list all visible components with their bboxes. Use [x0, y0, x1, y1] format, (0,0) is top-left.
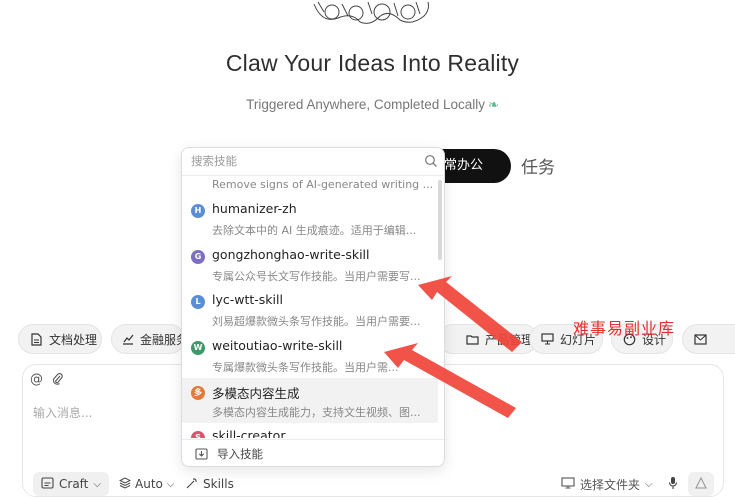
skill-avatar: G — [191, 250, 205, 264]
microphone-button[interactable] — [666, 472, 680, 496]
skill-desc-truncated: Remove signs of AI-generated writing ... — [212, 178, 434, 191]
skill-list-scrollbar[interactable] — [438, 180, 442, 260]
skill-item-lyc-wtt[interactable]: L lyc-wtt-skill 刘易超爆款微头条写作技能。当用户需要... — [182, 287, 438, 332]
chevron-down-icon: ⌵ — [645, 478, 653, 490]
skills-label: Skills — [203, 477, 234, 491]
skill-item-weitoutiao[interactable]: W weitoutiao-write-skill 专属爆款微头条写作技能。当用户… — [182, 333, 438, 378]
send-icon — [695, 476, 707, 492]
folder-label: 选择文件夹 — [580, 477, 641, 492]
skill-avatar: W — [191, 341, 205, 355]
skill-name: skill-creator — [212, 428, 286, 438]
mail-icon — [693, 332, 707, 346]
skill-item-gongzhonghao[interactable]: G gongzhonghao-write-skill 专属公众号长文写作技能。当… — [182, 242, 438, 287]
skill-desc: 多模态内容生成能力，支持文生视频、图... — [212, 406, 421, 419]
mention-icon[interactable]: @ — [30, 372, 43, 389]
skill-item-humanizer-zh[interactable]: H humanizer-zh 去除文本中的 AI 生成痕迹。适用于编辑... — [182, 196, 438, 241]
folder-icon — [465, 332, 479, 346]
chip-finance[interactable]: 金融服务 — [111, 324, 185, 354]
skill-item-skill-creator[interactable]: S skill-creator — [182, 423, 438, 438]
skill-item-multimodal[interactable]: 多 多模态内容生成 多模态内容生成能力，支持文生视频、图... — [182, 378, 438, 423]
message-input[interactable] — [33, 406, 173, 420]
skill-picker-dropdown: Remove signs of AI-generated writing ...… — [181, 147, 445, 467]
chevron-down-icon: ⌵ — [93, 478, 101, 490]
auto-model-button[interactable]: Auto ⌵ — [118, 472, 175, 496]
skill-avatar: S — [191, 431, 205, 438]
layers-icon — [118, 476, 132, 492]
monitor-icon — [561, 476, 575, 492]
import-skill-button[interactable]: 导入技能 — [182, 439, 444, 466]
slides-icon — [540, 332, 554, 346]
chip-document[interactable]: 文档处理 — [18, 324, 102, 354]
attach-icon[interactable] — [52, 372, 63, 389]
skill-search-bar — [182, 148, 444, 176]
hero-subtitle: Triggered Anywhere, Completed Locally ❧ — [0, 97, 735, 113]
skill-avatar: H — [191, 204, 205, 218]
skill-desc: 去除文本中的 AI 生成痕迹。适用于编辑... — [212, 224, 417, 237]
watermark-text: 难事易副业库 — [573, 319, 676, 338]
skill-name: lyc-wtt-skill — [212, 292, 283, 307]
composer-tools: @ — [30, 372, 63, 389]
skill-desc: 刘易超爆款微头条写作技能。当用户需要... — [212, 315, 421, 328]
skill-avatar: 多 — [191, 386, 205, 400]
craft-label: Craft — [59, 477, 89, 491]
leaf-icon: ❧ — [487, 97, 499, 112]
skills-button[interactable]: Skills — [186, 472, 234, 496]
chip-label: 产品管理 — [485, 332, 534, 347]
chip-mail[interactable] — [682, 324, 735, 354]
import-label: 导入技能 — [217, 447, 263, 461]
logo-illustration — [313, 1, 429, 24]
select-folder-button[interactable]: 选择文件夹 ⌵ — [561, 472, 653, 496]
chip-label: 文档处理 — [49, 332, 98, 347]
document-icon — [29, 332, 43, 346]
skill-name: humanizer-zh — [212, 201, 297, 216]
magic-wand-icon — [186, 477, 199, 492]
skill-desc: 专属公众号长文写作技能。当用户需要写... — [212, 270, 421, 283]
skill-name: gongzhonghao-write-skill — [212, 247, 370, 262]
craft-icon — [41, 476, 54, 492]
auto-label: Auto — [135, 477, 163, 491]
skill-name: 多模态内容生成 — [212, 386, 300, 401]
skill-name: weitoutiao-write-skill — [212, 338, 343, 353]
skill-desc: 专属爆款微头条写作技能。当用户需... — [212, 361, 399, 374]
chevron-down-icon: ⌵ — [166, 478, 175, 490]
chip-label: 金融服务 — [140, 332, 185, 347]
hero-subtitle-text: Triggered Anywhere, Completed Locally — [246, 97, 485, 112]
skill-avatar: L — [191, 295, 205, 309]
skill-search-input[interactable] — [191, 154, 411, 168]
microphone-icon — [668, 476, 678, 493]
chart-icon — [122, 332, 134, 346]
hero-title: Claw Your Ideas Into Reality — [225, 50, 520, 76]
import-icon — [195, 448, 208, 460]
mode-tab-task[interactable]: 任务 — [521, 153, 555, 178]
craft-mode-button[interactable]: Craft ⌵ — [33, 472, 109, 496]
chip-product[interactable]: 产品管理 — [438, 324, 538, 354]
search-icon[interactable] — [424, 154, 438, 168]
send-button[interactable] — [688, 472, 714, 496]
skill-list: Remove signs of AI-generated writing ...… — [182, 176, 444, 438]
